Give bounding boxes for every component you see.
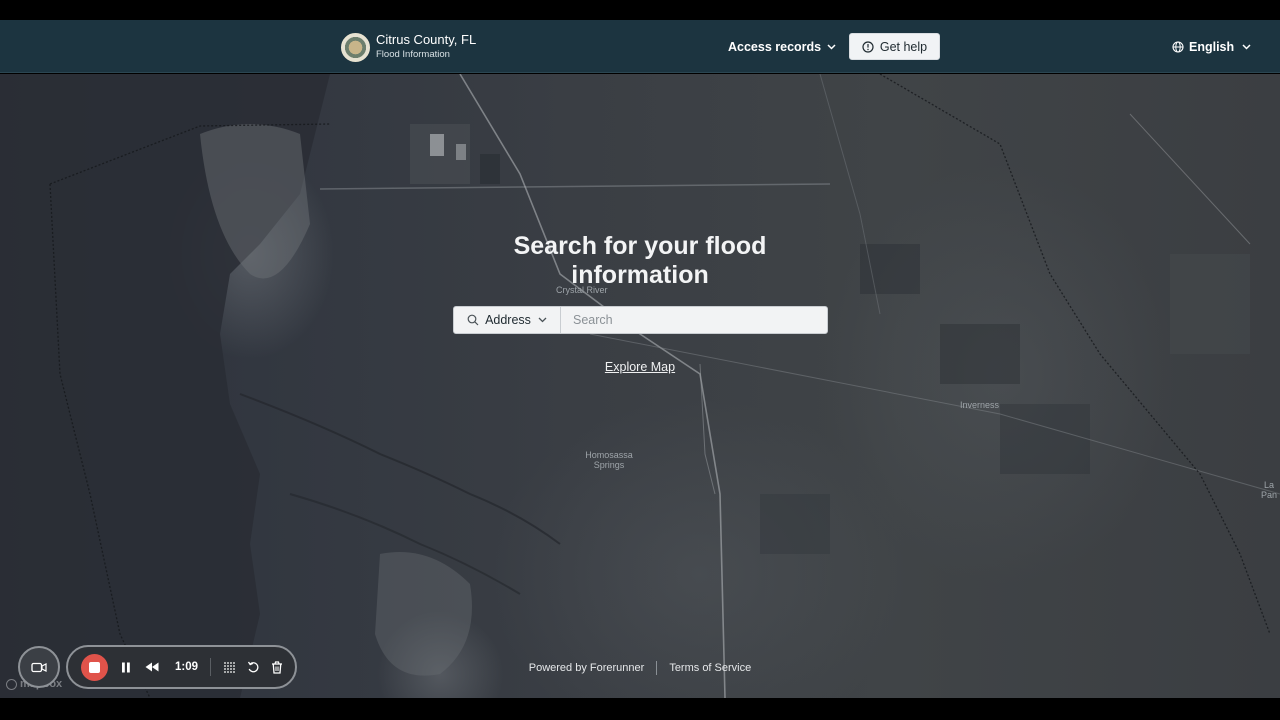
map-terrain bbox=[0, 74, 1280, 698]
trash-icon bbox=[272, 660, 283, 674]
grid-icon bbox=[223, 661, 235, 673]
toolbar-divider bbox=[210, 658, 212, 676]
restart-icon bbox=[247, 661, 258, 672]
stop-icon bbox=[89, 661, 100, 673]
search-type-dropdown[interactable]: Address bbox=[454, 307, 561, 333]
stop-recording-button[interactable] bbox=[81, 653, 108, 681]
language-selector[interactable]: English bbox=[1172, 39, 1251, 55]
county-seal-logo bbox=[341, 32, 370, 62]
map-place-label: Homosassa Springs bbox=[585, 450, 633, 470]
access-records-dropdown[interactable]: Access records bbox=[728, 39, 836, 55]
camera-toggle-button[interactable] bbox=[18, 646, 60, 688]
brand-title: Citrus County, FL bbox=[376, 32, 477, 47]
delete-recording-button[interactable] bbox=[269, 659, 285, 675]
explore-map-link[interactable]: Explore Map bbox=[590, 360, 690, 374]
footer-divider bbox=[656, 661, 658, 675]
screen-letterbox-top bbox=[0, 0, 1280, 20]
access-records-label: Access records bbox=[728, 40, 822, 54]
screen-letterbox-bottom bbox=[0, 698, 1280, 720]
chevron-down-icon bbox=[1242, 44, 1251, 50]
powered-by-link[interactable]: Powered by Forerunner bbox=[529, 662, 645, 674]
brand-subtitle: Flood Information bbox=[376, 49, 450, 60]
get-help-label: Get help bbox=[879, 39, 928, 54]
chevron-down-icon bbox=[538, 317, 547, 323]
recording-timer: 1:09 bbox=[175, 661, 199, 673]
map-view[interactable]: Crystal River Homosassa Springs Invernes… bbox=[0, 74, 1280, 698]
chevron-down-icon bbox=[827, 44, 836, 50]
globe-icon bbox=[1172, 41, 1184, 53]
pause-icon bbox=[122, 662, 130, 672]
map-place-label: Inverness bbox=[960, 400, 1000, 410]
rewind-button[interactable] bbox=[144, 659, 160, 675]
search-input[interactable] bbox=[561, 307, 827, 333]
hero-title: Search for your flood information bbox=[513, 232, 767, 289]
terms-of-service-link[interactable]: Terms of Service bbox=[669, 662, 751, 674]
grid-button[interactable] bbox=[221, 659, 237, 675]
mapbox-icon bbox=[6, 678, 17, 690]
footer-links: Powered by Forerunner Terms of Service bbox=[520, 660, 760, 676]
camera-icon bbox=[31, 662, 47, 672]
restart-button[interactable] bbox=[245, 659, 261, 675]
search-icon bbox=[467, 314, 479, 326]
site-header: Citrus County, FL Flood Information Acce… bbox=[0, 20, 1280, 73]
pause-button[interactable] bbox=[118, 659, 134, 675]
search-bar: Address bbox=[453, 306, 828, 334]
get-help-button[interactable]: Get help bbox=[849, 33, 940, 60]
recording-toolbar: 1:09 bbox=[66, 645, 297, 689]
map-place-label: La Pan bbox=[1260, 480, 1277, 500]
language-label: English bbox=[1189, 40, 1235, 54]
info-circle-icon bbox=[862, 40, 874, 53]
brand[interactable]: Citrus County, FL Flood Information bbox=[341, 32, 476, 62]
search-type-label: Address bbox=[485, 313, 531, 327]
rewind-icon bbox=[145, 662, 159, 672]
